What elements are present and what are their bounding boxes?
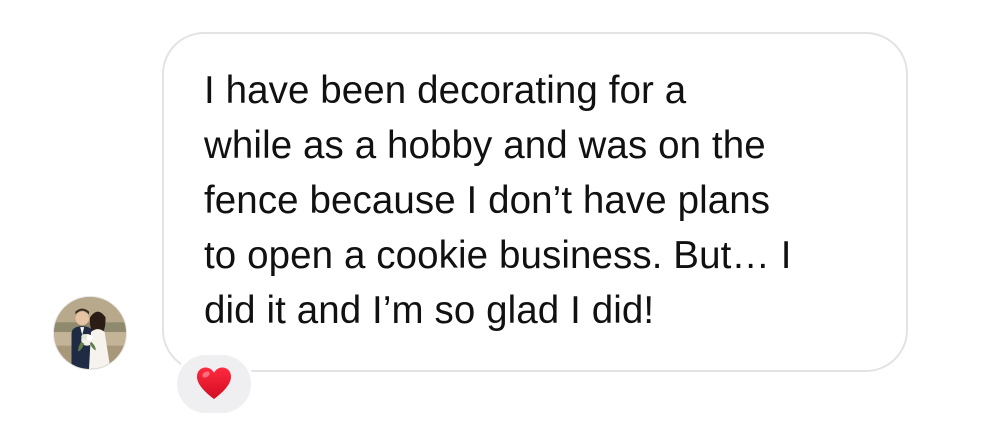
reaction-badge[interactable] [174,352,254,416]
message-line: I have been decorating for a [204,69,687,112]
red-heart-icon [197,367,231,399]
message-line: fence because I don’t have plans [204,179,771,222]
sender-avatar[interactable] [53,296,127,370]
message-line: did it and I’m so glad I did! [204,289,655,332]
message-line: while as a hobby and was on the [204,124,766,167]
message-text: I have been decorating for a while as a … [204,63,884,338]
profile-photo-icon [54,297,126,369]
message-line: to open a cookie business. But… I [204,234,792,277]
message-thread: I have been decorating for a while as a … [0,0,991,432]
